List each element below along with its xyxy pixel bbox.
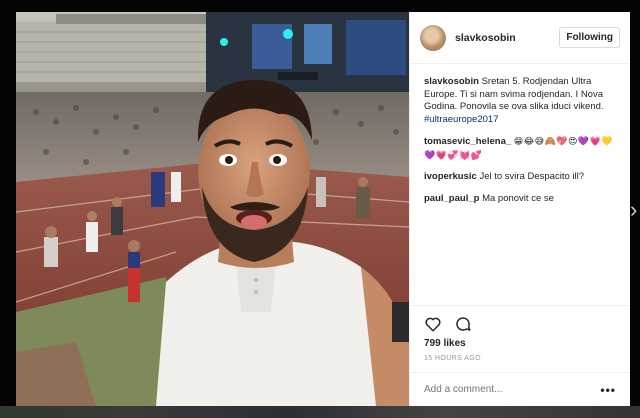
more-horizontal-icon[interactable]: ••• xyxy=(600,383,616,397)
comment-username[interactable]: paul_paul_p xyxy=(424,193,479,204)
post-photo[interactable] xyxy=(16,12,409,406)
list-item: tomasevic_helena_ 😁😂😅🙈💖😍💜💗💛💜💗💞💓💕 xyxy=(424,135,616,162)
next-post-chevron-icon[interactable]: › xyxy=(630,196,640,224)
selfie-photo-illustration xyxy=(16,12,409,406)
post-actions: 799 likes 15 HOURS AGO xyxy=(410,305,630,362)
comment-username[interactable]: tomasevic_helena_ xyxy=(424,136,511,147)
post-sidebar: slavkosobin Following slavkosobin Sretan… xyxy=(409,12,630,406)
header-username[interactable]: slavkosobin xyxy=(455,32,516,44)
list-item: paul_paul_p Ma ponovit ce se xyxy=(424,193,616,206)
following-button[interactable]: Following xyxy=(559,27,620,48)
comments-list: slavkosobin Sretan 5. Rodjendan Ultra Eu… xyxy=(410,64,630,305)
post-header: slavkosobin Following xyxy=(410,12,630,64)
comment-icon[interactable] xyxy=(454,315,472,333)
background-feed-strip xyxy=(0,406,640,418)
post-timestamp[interactable]: 15 HOURS AGO xyxy=(424,355,616,362)
add-comment-bar: ••• xyxy=(410,372,630,406)
caption-username[interactable]: slavkosobin xyxy=(424,76,479,87)
hashtag-link[interactable]: #ultraeurope2017 xyxy=(424,114,498,125)
comment-text: Jel to svira Despacito ill? xyxy=(479,171,584,182)
caption: slavkosobin Sretan 5. Rodjendan Ultra Eu… xyxy=(424,76,616,126)
avatar[interactable] xyxy=(420,24,446,51)
comment-username[interactable]: ivoperkusic xyxy=(424,171,477,182)
likes-count[interactable]: 799 likes xyxy=(424,338,616,349)
comment-input[interactable] xyxy=(424,384,601,395)
post-modal: slavkosobin Following slavkosobin Sretan… xyxy=(16,12,630,406)
comment-text: Ma ponovit ce se xyxy=(482,192,554,204)
list-item: ivoperkusic Jel to svira Despacito ill? xyxy=(424,171,616,184)
heart-icon[interactable] xyxy=(424,315,442,333)
